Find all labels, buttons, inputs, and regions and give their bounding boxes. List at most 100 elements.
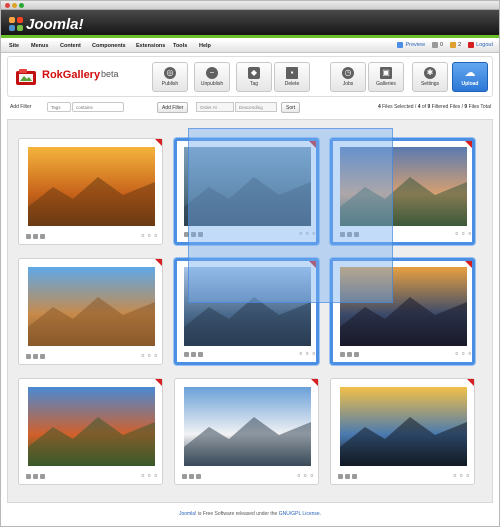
card-footer: 000 (338, 473, 469, 481)
close-window-button[interactable] (5, 3, 10, 8)
likes-count: 0 (459, 473, 463, 478)
info-icon[interactable] (340, 352, 345, 357)
views-count: 0 (455, 351, 458, 356)
minimize-window-button[interactable] (12, 3, 17, 8)
card-footer: 000 (26, 233, 157, 241)
edit-icon[interactable] (347, 352, 352, 357)
component-title: RokGallery (42, 69, 101, 81)
menu-menus[interactable]: Menus (31, 43, 48, 49)
tags-count: 0 (312, 231, 315, 236)
gallery-thumbnail[interactable] (28, 147, 155, 226)
trash-icon[interactable] (198, 232, 203, 237)
logout-link[interactable]: Logout (468, 42, 493, 48)
galleries-button[interactable]: ▣ Galleries (368, 62, 404, 92)
tags-count: 0 (312, 351, 315, 356)
gallery-thumbnail[interactable] (184, 267, 311, 346)
edit-icon[interactable] (189, 474, 194, 479)
browser-window: Joomla! Site Menus Content Components Ex… (0, 0, 500, 527)
trash-icon[interactable] (354, 232, 359, 237)
info-icon[interactable] (182, 474, 187, 479)
joomla-logo[interactable]: Joomla! (9, 15, 84, 33)
edit-icon[interactable] (191, 352, 196, 357)
edit-icon[interactable] (33, 474, 38, 479)
gallery-thumbnail[interactable] (28, 387, 155, 466)
page-footer: Joomla! is Free Software released under … (178, 511, 322, 517)
gallery-card[interactable]: 000 (330, 138, 475, 245)
gallery-thumbnail[interactable] (340, 147, 467, 226)
trash-icon[interactable] (40, 234, 45, 239)
views-count: 0 (299, 351, 302, 356)
edit-icon[interactable] (191, 232, 196, 237)
edit-icon[interactable] (33, 354, 38, 359)
trash-icon[interactable] (352, 474, 357, 479)
order-select[interactable]: Order At (196, 102, 234, 112)
gallery-thumbnail[interactable] (184, 387, 311, 466)
gallery-card[interactable]: 000 (330, 378, 475, 485)
info-icon[interactable] (338, 474, 343, 479)
license-link[interactable]: GNU/GPL License (279, 511, 320, 517)
menu-content[interactable]: Content (60, 43, 81, 49)
menu-help[interactable]: Help (199, 43, 211, 49)
gallery-card[interactable]: 000 (18, 258, 163, 365)
messages-link[interactable]: 0 (432, 42, 443, 48)
gallery-card[interactable]: 000 (18, 138, 163, 245)
views-count: 0 (453, 473, 456, 478)
gallery-thumbnail[interactable] (184, 147, 311, 226)
delete-button[interactable]: ▪ Delete (274, 62, 310, 92)
views-count: 0 (141, 473, 144, 478)
views-count: 0 (141, 353, 144, 358)
gallery-card[interactable]: 000 (174, 138, 319, 245)
tag-button[interactable]: ◆ Tag (236, 62, 272, 92)
trash-icon[interactable] (40, 354, 45, 359)
info-icon[interactable] (184, 352, 189, 357)
zoom-window-button[interactable] (19, 3, 24, 8)
gallery-card[interactable]: 000 (174, 378, 319, 485)
unpublish-button[interactable]: − Unpublish (194, 62, 230, 92)
tags-filter-field[interactable] (47, 102, 71, 112)
direction-select[interactable]: Descending (235, 102, 277, 112)
menu-extensions[interactable]: Extensions (136, 43, 165, 49)
tags-count: 0 (154, 473, 157, 478)
rokgallery-logo-icon (15, 68, 37, 86)
publish-button[interactable]: ◎ Publish (152, 62, 188, 92)
gear-icon: ✱ (424, 67, 436, 79)
menu-site[interactable]: Site (9, 43, 19, 49)
jobs-button[interactable]: ◷ Jobs (330, 62, 366, 92)
trash-icon[interactable] (354, 352, 359, 357)
upload-button[interactable]: ☁ Upload (452, 62, 488, 92)
filter-bar: Add Filter Add Filter Order At Descendin… (7, 101, 493, 115)
sort-button[interactable]: Sort (281, 102, 301, 113)
edit-icon[interactable] (347, 232, 352, 237)
info-icon[interactable] (26, 234, 31, 239)
settings-button[interactable]: ✱ Settings (412, 62, 448, 92)
gallery-thumbnail[interactable] (340, 267, 467, 346)
gallery-card[interactable]: 000 (174, 258, 319, 365)
trash-icon[interactable] (198, 352, 203, 357)
menu-components[interactable]: Components (92, 43, 126, 49)
add-filter-button[interactable]: Add Filter (157, 102, 189, 113)
likes-count: 0 (147, 233, 151, 238)
info-icon[interactable] (184, 232, 189, 237)
preview-link[interactable]: Preview (397, 42, 425, 48)
info-icon[interactable] (340, 232, 345, 237)
gallery-card[interactable]: 000 (330, 258, 475, 365)
contains-filter-field[interactable] (72, 102, 124, 112)
info-icon[interactable] (26, 354, 31, 359)
gallery-thumbnail[interactable] (28, 267, 155, 346)
info-icon[interactable] (26, 474, 31, 479)
edit-icon[interactable] (345, 474, 350, 479)
trash-icon[interactable] (196, 474, 201, 479)
globe-icon: ◎ (164, 67, 176, 79)
tags-count: 0 (154, 233, 157, 238)
stopwatch-icon: ◷ (342, 67, 354, 79)
status-flag-icon (155, 259, 162, 266)
joomla-link[interactable]: Joomla! (179, 511, 197, 517)
menu-tools[interactable]: Tools (173, 43, 187, 49)
gallery-card[interactable]: 000 (18, 378, 163, 485)
edit-icon[interactable] (33, 234, 38, 239)
gallery-thumbnail[interactable] (340, 387, 467, 466)
users-link[interactable]: 2 (450, 42, 461, 48)
minus-circle-icon: − (206, 67, 218, 79)
beta-badge: beta (101, 69, 119, 79)
trash-icon[interactable] (40, 474, 45, 479)
